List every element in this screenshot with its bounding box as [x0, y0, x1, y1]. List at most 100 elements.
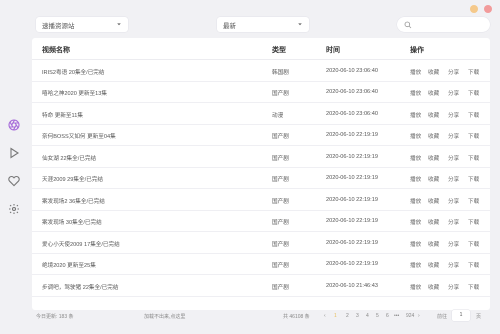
source-select-value: 速播资源站: [42, 22, 75, 30]
download-button[interactable]: 下载: [468, 218, 479, 226]
page-jump-input[interactable]: 1: [452, 310, 470, 321]
table-row[interactable]: 仙女湖 22集全/已完结 国产剧 2020-06-10 22:19:19 播放 收藏 分享…: [32, 146, 490, 168]
download-button[interactable]: 下载: [468, 283, 479, 291]
video-type: 国产剧: [272, 263, 289, 269]
video-name[interactable]: 爱心小天使2009 17集全/已完结: [42, 240, 120, 248]
heart-icon[interactable]: [7, 174, 21, 188]
video-table: 视频名称 类型 时间 操作 IRIS2粤语 20集全/已完结 韩国剧 2020-06…: [32, 38, 490, 310]
favorite-button[interactable]: 收藏: [428, 175, 439, 183]
table-row[interactable]: 爱心小天使2009 17集全/已完结 国产剧 2020-06-10 22:19:19…: [32, 232, 490, 254]
header-actions: 操作: [410, 47, 424, 54]
play-button[interactable]: 播放: [410, 68, 421, 76]
video-time: 2020-06-10 22:19:19: [326, 196, 378, 203]
sort-select[interactable]: 最新: [217, 17, 309, 32]
video-name[interactable]: 奈何BOSS又如何 更新至04集: [42, 132, 116, 140]
favorite-button[interactable]: 收藏: [428, 132, 439, 140]
aperture-icon[interactable]: [7, 118, 21, 132]
download-button[interactable]: 下载: [468, 111, 479, 119]
download-button[interactable]: 下载: [468, 132, 479, 140]
video-name[interactable]: 绝境2020 更新至25集: [42, 261, 96, 269]
video-time: 2020-06-10 22:19:19: [326, 132, 378, 138]
play-button[interactable]: 播放: [410, 111, 421, 119]
video-name[interactable]: 案发现场 30集全/已完结: [42, 218, 102, 226]
play-button[interactable]: 播放: [410, 154, 421, 162]
favorite-button[interactable]: 收藏: [428, 261, 439, 269]
download-button[interactable]: 下载: [468, 154, 479, 162]
video-name[interactable]: 特命 更新至11集: [42, 111, 83, 119]
download-button[interactable]: 下载: [468, 89, 479, 97]
video-time: 2020-06-10 23:06:40: [326, 89, 378, 95]
page-ellipsis[interactable]: •••: [394, 313, 399, 319]
table-footer: 今日更新: 183 条 加载不出来,点这里 共 46108 条 ‹ 1 2 3 4 5 6…: [32, 310, 490, 324]
play-button[interactable]: 播放: [410, 175, 421, 183]
download-button[interactable]: 下载: [468, 240, 479, 248]
table-row[interactable]: 奈何BOSS又如何 更新至04集 国产剧 2020-06-10 22:19:19 播放…: [32, 125, 490, 146]
video-name[interactable]: 嘻哈之神2020 更新至13集: [42, 89, 107, 97]
play-button[interactable]: 播放: [410, 261, 421, 269]
next-page-icon[interactable]: ›: [418, 313, 420, 319]
table-row[interactable]: 天涯2009 29集全/已完结 国产剧 2020-06-10 22:19:19 播放收…: [32, 168, 490, 189]
favorite-button[interactable]: 收藏: [428, 218, 439, 226]
share-button[interactable]: 分享: [448, 89, 459, 97]
play-button[interactable]: 播放: [410, 197, 421, 205]
table-row[interactable]: 特命 更新至11集 动漫 2020-06-10 23:06:40 播放 收藏 分享 下载: [32, 103, 490, 125]
share-button[interactable]: 分享: [448, 154, 459, 162]
download-button[interactable]: 下载: [468, 175, 479, 183]
table-row[interactable]: 案发现场 30集全/已完结 国产剧 2020-06-10 22:19:19 播放 收藏 分…: [32, 211, 490, 232]
page-number[interactable]: 4: [366, 313, 369, 319]
download-button[interactable]: 下载: [468, 261, 479, 269]
video-name[interactable]: 天涯2009 29集全/已完结: [42, 175, 103, 183]
favorite-button[interactable]: 收藏: [428, 154, 439, 162]
favorite-button[interactable]: 收藏: [428, 240, 439, 248]
play-button[interactable]: 播放: [410, 132, 421, 140]
gear-icon[interactable]: [7, 202, 21, 216]
video-type: 韩国剧: [272, 69, 289, 76]
page-number[interactable]: 2: [346, 313, 349, 319]
favorite-button[interactable]: 收藏: [428, 111, 439, 119]
reload-link[interactable]: 加载不出来,点这里: [144, 313, 185, 320]
play-button[interactable]: 播放: [410, 89, 421, 97]
share-button[interactable]: 分享: [448, 197, 459, 205]
download-button[interactable]: 下载: [468, 68, 479, 76]
close-button[interactable]: [484, 5, 492, 13]
page-number[interactable]: 1: [334, 313, 337, 319]
page-number[interactable]: 5: [376, 313, 379, 319]
video-name[interactable]: 步调吧，驾驶猪 22集全/已完结: [42, 283, 118, 291]
share-button[interactable]: 分享: [448, 111, 459, 119]
share-button[interactable]: 分享: [448, 283, 459, 291]
play-icon[interactable]: [7, 146, 21, 160]
prev-page-icon[interactable]: ‹: [324, 313, 326, 319]
favorite-button[interactable]: 收藏: [428, 68, 439, 76]
total-count: 共 46108 条: [283, 314, 310, 320]
minimize-button[interactable]: [470, 5, 478, 13]
table-row[interactable]: 嘻哈之神2020 更新至13集 国产剧 2020-06-10 23:06:40 播放收…: [32, 82, 490, 103]
play-button[interactable]: 播放: [410, 240, 421, 248]
video-name[interactable]: IRIS2粤语 20集全/已完结: [42, 68, 104, 76]
share-button[interactable]: 分享: [448, 261, 459, 269]
download-button[interactable]: 下载: [468, 197, 479, 205]
video-time: 2020-06-10 21:46:43: [326, 282, 378, 289]
table-row[interactable]: 步调吧，驾驶猪 22集全/已完结 国产剧 2020-06-10 21:46:43 播放…: [32, 275, 490, 297]
toolbar: 速播资源站 最新: [30, 14, 492, 34]
search-input[interactable]: [397, 17, 490, 32]
favorite-button[interactable]: 收藏: [428, 89, 439, 97]
favorite-button[interactable]: 收藏: [428, 197, 439, 205]
video-name[interactable]: 案发现场2 36集全/已完结: [42, 197, 105, 205]
video-name[interactable]: 仙女湖 22集全/已完结: [42, 154, 96, 162]
page-number[interactable]: 6: [386, 313, 389, 319]
source-select[interactable]: 速播资源站: [36, 17, 128, 32]
share-button[interactable]: 分享: [448, 175, 459, 183]
share-button[interactable]: 分享: [448, 68, 459, 76]
share-button[interactable]: 分享: [448, 132, 459, 140]
favorite-button[interactable]: 收藏: [428, 283, 439, 291]
page-number[interactable]: 924: [406, 313, 414, 319]
table-row[interactable]: 绝境2020 更新至25集 国产剧 2020-06-10 22:19:19 播放 收藏 分…: [32, 254, 490, 275]
table-row[interactable]: IRIS2粤语 20集全/已完结 韩国剧 2020-06-10 23:06:40 播放…: [32, 60, 490, 82]
play-button[interactable]: 播放: [410, 283, 421, 291]
table-row[interactable]: 案发现场2 36集全/已完结 国产剧 2020-06-10 22:19:19 播放 收藏…: [32, 189, 490, 211]
share-button[interactable]: 分享: [448, 240, 459, 248]
page-number[interactable]: 3: [356, 313, 359, 319]
play-button[interactable]: 播放: [410, 218, 421, 226]
video-type: 国产剧: [272, 220, 289, 226]
share-button[interactable]: 分享: [448, 218, 459, 226]
